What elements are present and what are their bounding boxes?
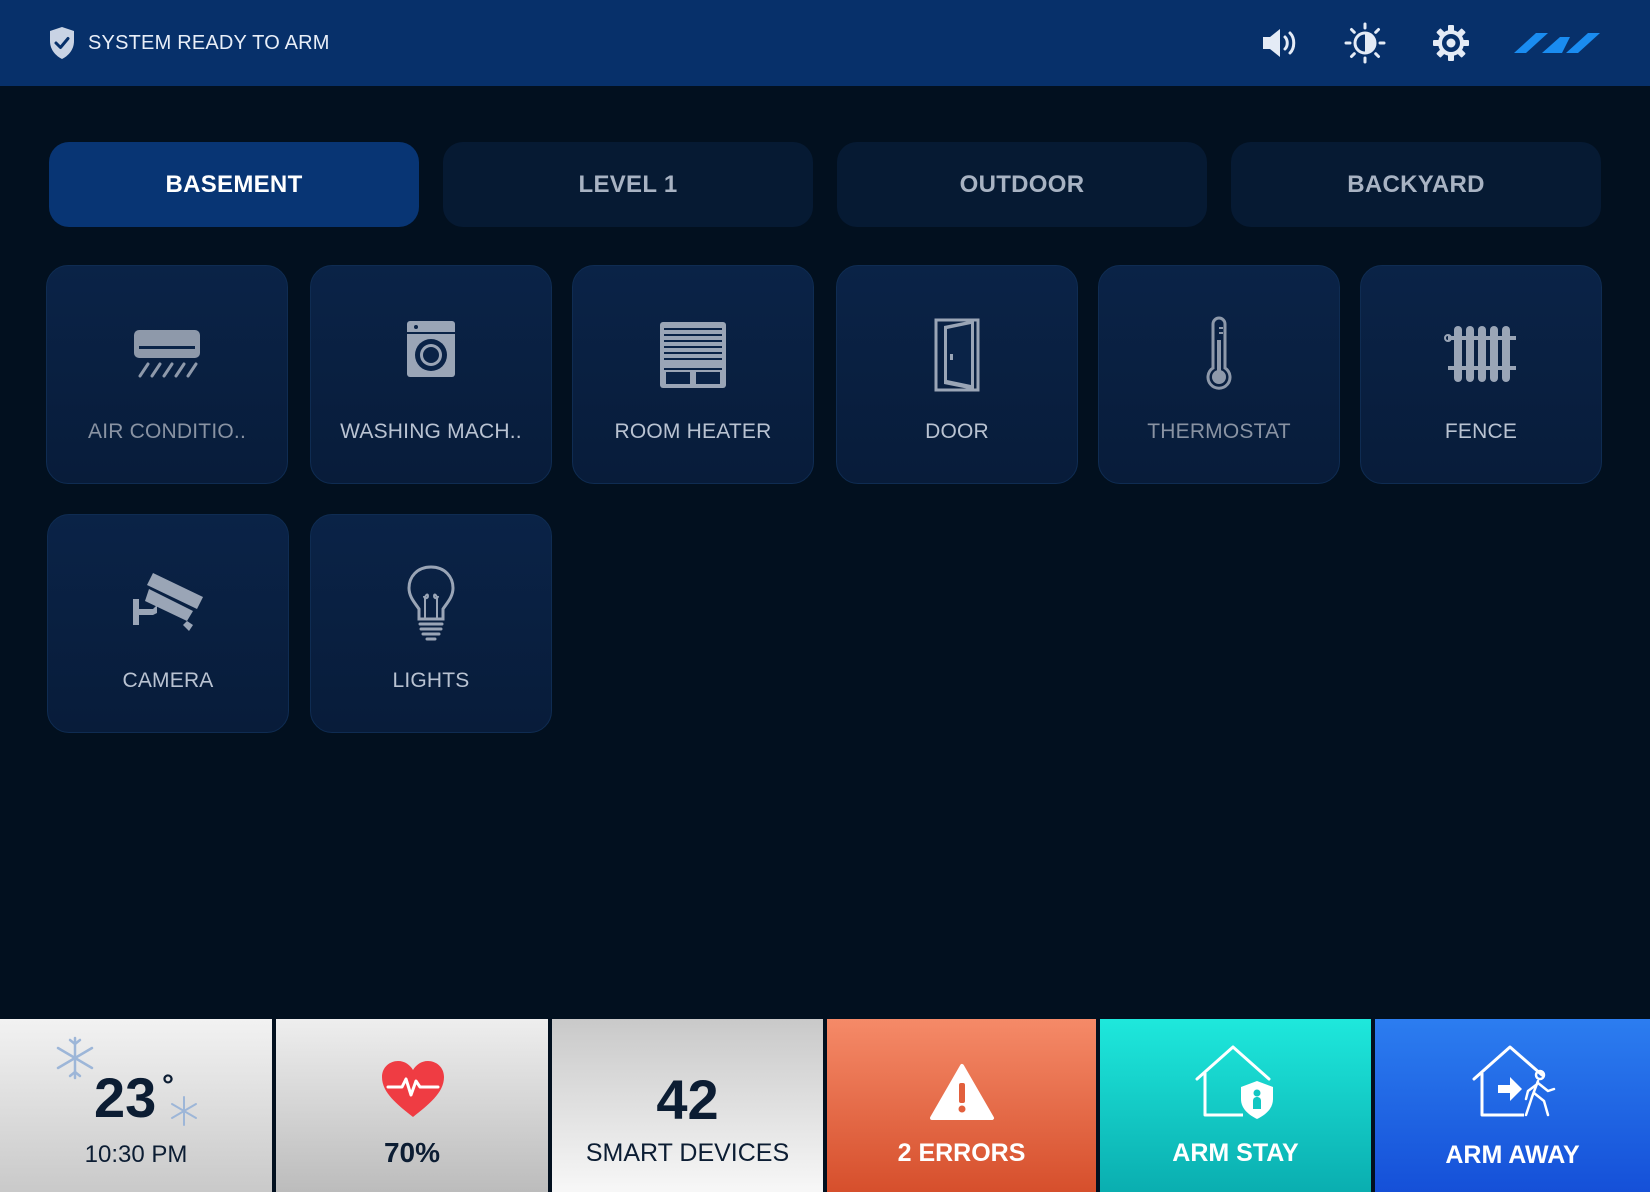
errors-label: 2 ERRORS bbox=[897, 1139, 1026, 1167]
warning-icon bbox=[929, 1064, 994, 1120]
device-label: CAMERA bbox=[122, 669, 214, 692]
home-exit-icon bbox=[1472, 1045, 1555, 1117]
air-conditioner-icon bbox=[134, 330, 200, 378]
device-tile-air-conditioner[interactable]: AIR CONDITIO.. bbox=[46, 265, 288, 484]
tab-backyard[interactable]: BACKYARD bbox=[1231, 142, 1601, 227]
device-label: AIR CONDITIO.. bbox=[88, 420, 246, 443]
device-label: FENCE bbox=[1444, 420, 1518, 443]
arm-away-button[interactable]: ARM AWAY bbox=[1375, 1019, 1650, 1192]
brand-logo-icon bbox=[1514, 33, 1600, 53]
device-label: WASHING MACH.. bbox=[340, 420, 522, 443]
tab-level-1[interactable]: LEVEL 1 bbox=[443, 142, 813, 227]
tab-outdoor[interactable]: OUTDOOR bbox=[837, 142, 1207, 227]
temperature-value: 23 bbox=[94, 1066, 157, 1129]
volume-button[interactable] bbox=[1256, 20, 1302, 66]
system-status: SYSTEM READY TO ARM bbox=[48, 26, 330, 60]
gear-icon bbox=[1433, 25, 1469, 61]
arm-stay-button[interactable]: ARM STAY bbox=[1100, 1019, 1371, 1192]
arm-stay-label: ARM STAY bbox=[1172, 1139, 1299, 1167]
errors-button[interactable]: 2 ERRORS bbox=[827, 1019, 1096, 1192]
brand-logo bbox=[1512, 20, 1602, 66]
snowflake-icon bbox=[56, 1036, 94, 1080]
health-percent: 70% bbox=[383, 1137, 441, 1168]
washing-machine-icon bbox=[407, 321, 455, 377]
device-label: LIGHTS bbox=[392, 669, 470, 692]
arm-away-label: ARM AWAY bbox=[1445, 1141, 1580, 1169]
brightness-button[interactable] bbox=[1342, 20, 1388, 66]
smart-devices-label: SMART DEVICES bbox=[585, 1139, 790, 1167]
system-status-text: SYSTEM READY TO ARM bbox=[88, 31, 330, 54]
device-tile-thermostat[interactable]: THERMOSTAT bbox=[1098, 265, 1340, 484]
thermometer-icon bbox=[1206, 316, 1232, 390]
light-bulb-icon bbox=[407, 565, 455, 641]
top-bar: SYSTEM READY TO ARM bbox=[0, 0, 1650, 86]
device-label: DOOR bbox=[925, 420, 989, 443]
weather-time-panel[interactable]: 23 ° 10:30 PM bbox=[0, 1019, 272, 1192]
door-icon bbox=[934, 318, 980, 392]
device-label: ROOM HEATER bbox=[614, 420, 772, 443]
shield-check-icon bbox=[50, 27, 74, 59]
fence-icon bbox=[1444, 326, 1516, 382]
degree-symbol: ° bbox=[162, 1069, 174, 1102]
device-label: THERMOSTAT bbox=[1147, 420, 1291, 443]
volume-icon bbox=[1263, 29, 1296, 57]
smart-devices-count: 42 bbox=[656, 1068, 719, 1131]
camera-icon bbox=[133, 573, 203, 631]
device-tile-lights[interactable]: LIGHTS bbox=[310, 514, 552, 733]
health-panel[interactable]: 70% bbox=[276, 1019, 548, 1192]
bottom-bar: 23 ° 10:30 PM 70% 42 SMART DEVICES 2 ERR… bbox=[0, 1019, 1650, 1192]
smart-devices-panel[interactable]: 42 SMART DEVICES bbox=[552, 1019, 823, 1192]
room-heater-icon bbox=[660, 322, 726, 388]
device-tile-door[interactable]: DOOR bbox=[836, 265, 1078, 484]
device-tile-camera[interactable]: CAMERA bbox=[47, 514, 289, 733]
settings-button[interactable] bbox=[1428, 20, 1474, 66]
device-tile-washing-machine[interactable]: WASHING MACH.. bbox=[310, 265, 552, 484]
home-shield-icon bbox=[1195, 1045, 1273, 1119]
clock-time: 10:30 PM bbox=[84, 1141, 188, 1168]
brightness-icon bbox=[1344, 22, 1386, 64]
device-tile-fence[interactable]: FENCE bbox=[1360, 265, 1602, 484]
tab-basement[interactable]: BASEMENT bbox=[49, 142, 419, 227]
heart-pulse-icon bbox=[382, 1061, 444, 1117]
device-tile-room-heater[interactable]: ROOM HEATER bbox=[572, 265, 814, 484]
